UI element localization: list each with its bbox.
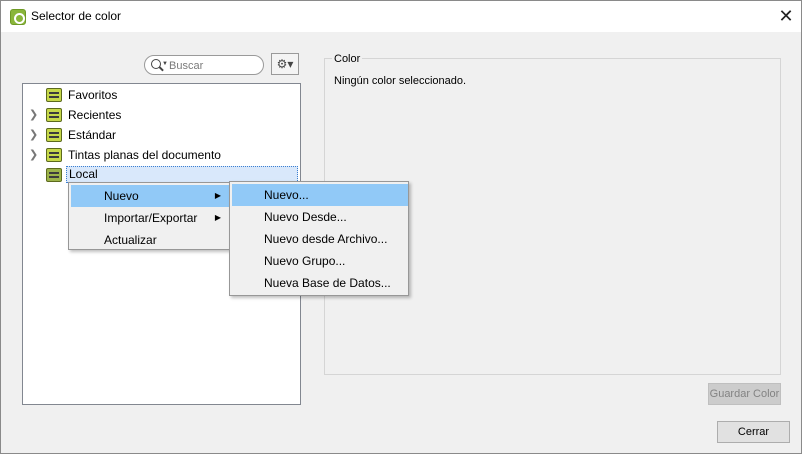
gear-icon: ⚙▾: [276, 57, 294, 71]
window-title: Selector de color: [31, 9, 122, 23]
context-menu: Nuevo ▶ Importar/Exportar ▶ Actualizar: [68, 182, 230, 250]
submenu-item-nuevo-desde-archivo[interactable]: Nuevo desde Archivo...: [232, 228, 408, 250]
submenu-item-nuevo-desde[interactable]: Nuevo Desde...: [232, 206, 408, 228]
tree-item-label: Recientes: [68, 108, 122, 122]
search-box[interactable]: ▼: [144, 55, 264, 75]
color-group-legend: Color: [332, 53, 363, 65]
color-selector-window: Selector de color ✕ ▼ ⚙▾ Favoritos ❯ Rec…: [0, 0, 802, 454]
tree-item-tintas-planas[interactable]: ❯ Tintas planas del documento: [23, 145, 300, 165]
menu-item-importar-exportar[interactable]: Importar/Exportar ▶: [71, 207, 229, 229]
color-folder-icon: [46, 168, 62, 182]
tree-item-estandar[interactable]: ❯ Estándar: [23, 125, 300, 145]
menu-item-actualizar[interactable]: Actualizar: [71, 229, 229, 251]
menu-item-nuevo[interactable]: Nuevo ▶: [71, 185, 229, 207]
submenu-item-nuevo-grupo[interactable]: Nuevo Grupo...: [232, 250, 408, 272]
submenu-item-nuevo[interactable]: Nuevo...: [232, 184, 408, 206]
search-input[interactable]: [169, 58, 259, 73]
menu-item-label: Actualizar: [104, 233, 157, 247]
color-folder-icon: [46, 128, 62, 142]
search-icon[interactable]: [151, 59, 161, 69]
menu-item-label: Importar/Exportar: [104, 211, 198, 225]
settings-button[interactable]: ⚙▾: [271, 53, 299, 75]
chevron-right-icon[interactable]: ❯: [29, 128, 38, 141]
title-bar: Selector de color ✕: [1, 1, 801, 32]
tree-item-label: Tintas planas del documento: [68, 148, 221, 162]
color-status-text: Ningún color seleccionado.: [334, 75, 467, 87]
triangle-right-icon: ▶: [214, 191, 221, 200]
tree-item-recientes[interactable]: ❯ Recientes: [23, 105, 300, 125]
submenu-nuevo: Nuevo... Nuevo Desde... Nuevo desde Arch…: [229, 181, 409, 296]
submenu-item-nueva-base-de-datos[interactable]: Nueva Base de Datos...: [232, 272, 408, 294]
tree-item-label: Favoritos: [68, 88, 118, 102]
tree-item-label: Estándar: [68, 128, 117, 142]
search-dropdown-icon: ▼: [162, 61, 168, 67]
save-color-button[interactable]: Guardar Color: [708, 383, 781, 405]
color-folder-icon: [46, 88, 62, 102]
chevron-right-icon[interactable]: ❯: [29, 108, 38, 121]
color-folder-icon: [46, 108, 62, 122]
menu-item-label: Nuevo: [104, 189, 139, 203]
app-icon: [10, 9, 26, 25]
close-window-button[interactable]: ✕: [771, 2, 801, 30]
close-button[interactable]: Cerrar: [717, 421, 790, 443]
chevron-right-icon[interactable]: ❯: [29, 148, 38, 161]
close-icon: ✕: [778, 5, 794, 26]
triangle-right-icon: ▶: [214, 213, 221, 222]
tree-item-favoritos[interactable]: Favoritos: [23, 85, 300, 105]
color-folder-icon: [46, 148, 62, 162]
